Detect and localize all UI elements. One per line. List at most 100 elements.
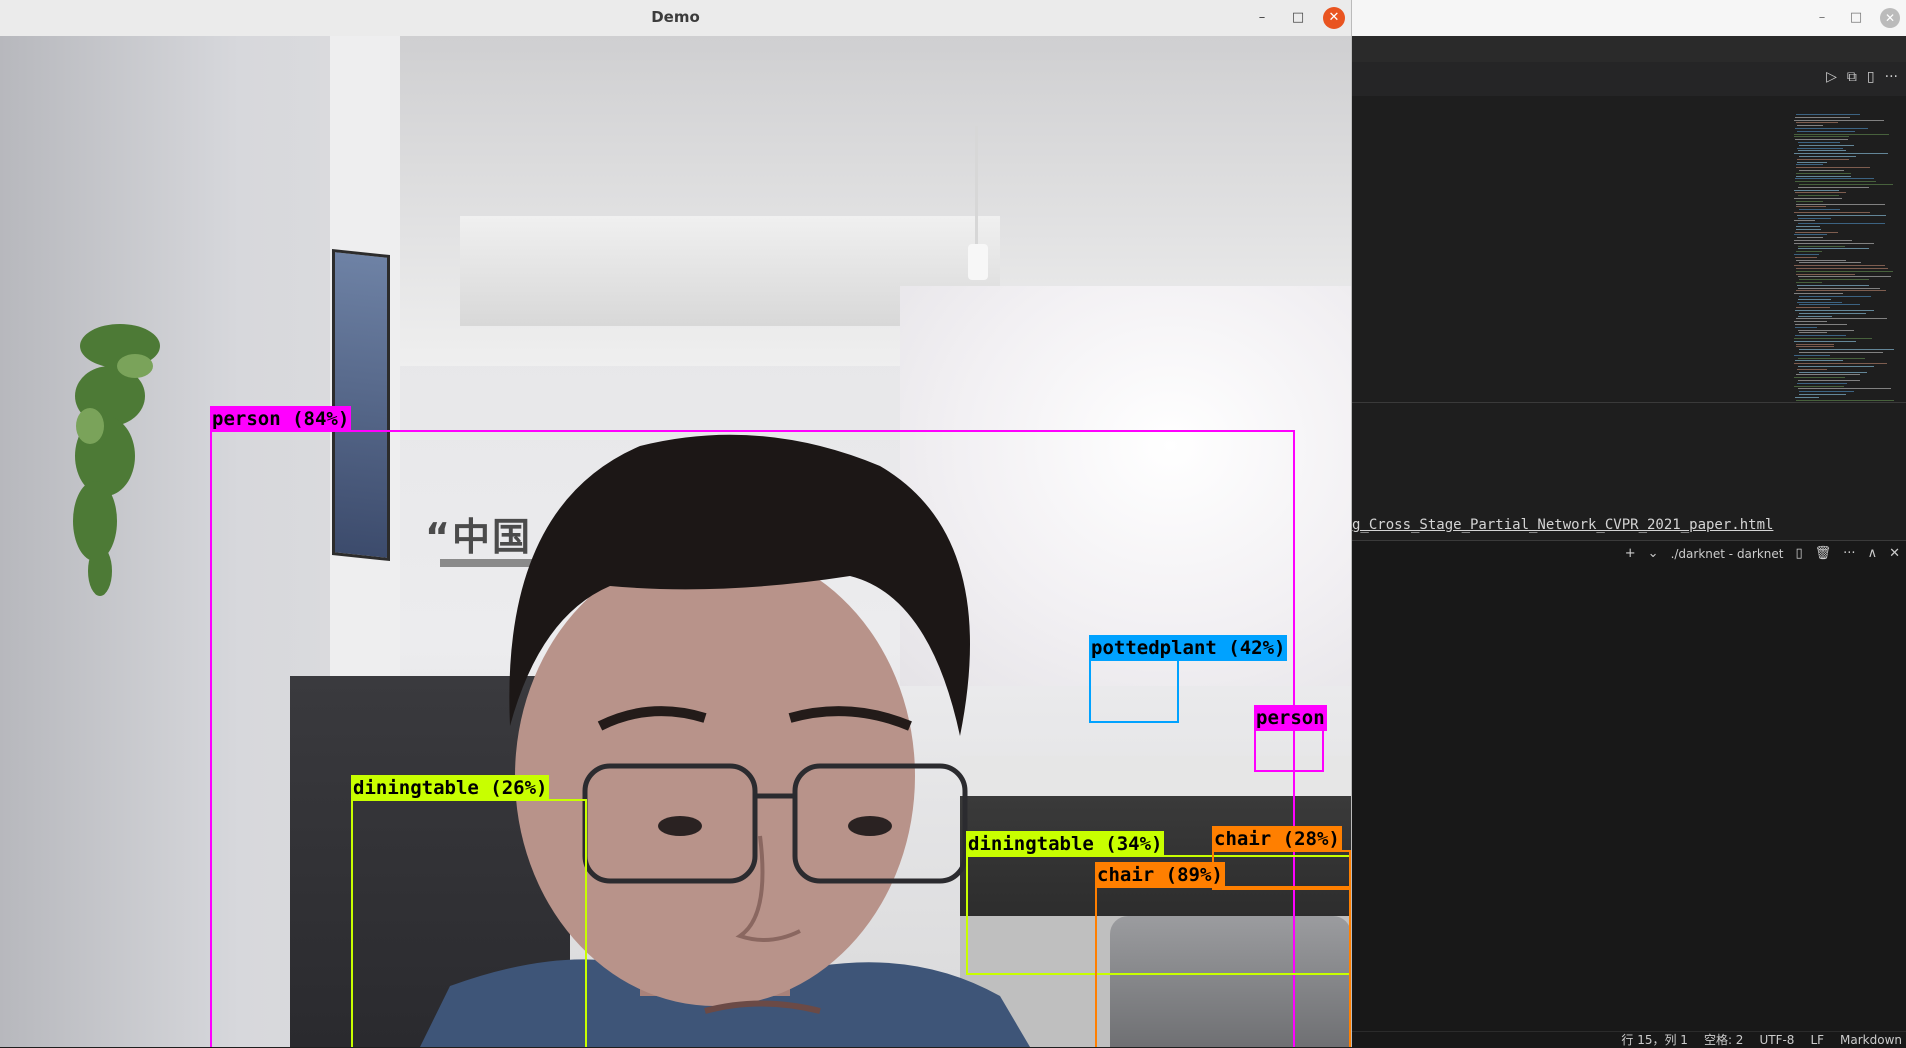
terminal-name[interactable]: ./darknet - darknet <box>1671 547 1784 561</box>
minimap-line <box>1797 125 1823 127</box>
detection-label: person <box>1254 705 1327 731</box>
more-actions-icon[interactable]: ··· <box>1843 546 1855 561</box>
detection-label: chair (89%) <box>1095 862 1225 888</box>
detection-chair-top: chair (28%) <box>1212 826 1351 890</box>
detection-label: chair (28%) <box>1212 826 1342 852</box>
add-terminal-icon[interactable]: + <box>1625 546 1636 561</box>
minimap-line <box>1798 223 1885 225</box>
minimap-line <box>1796 206 1826 208</box>
minimap-line <box>1799 349 1894 351</box>
minimap-line <box>1794 198 1842 199</box>
maximize-button[interactable]: □ <box>1287 7 1309 29</box>
detection-label: diningtable (26%) <box>351 775 550 801</box>
minimap-line <box>1795 181 1876 183</box>
minimap-line <box>1795 128 1868 129</box>
minimap-line <box>1798 329 1854 331</box>
run-icon[interactable]: ▷ <box>1826 69 1837 85</box>
minimap-line <box>1798 186 1869 188</box>
minimap-line <box>1795 335 1846 337</box>
statusbar: 行 15，列 1 空格: 2 UTF-8 LF Markdown <box>1352 1031 1906 1048</box>
detection-label: person (84%) <box>210 406 352 432</box>
status-indentation[interactable]: 空格: 2 <box>1704 1032 1744 1048</box>
minimap-line <box>1797 301 1842 303</box>
demo-window: Demo – □ ✕ “中国 person (84%) pottedplant … <box>0 0 1352 1047</box>
detection-label: pottedplant (42%) <box>1089 635 1288 661</box>
minimap-line <box>1796 273 1855 275</box>
minimap-line <box>1799 262 1861 264</box>
minimap-line <box>1799 184 1893 185</box>
minimap-line <box>1796 346 1834 348</box>
editor-actions: ▷ ⧉ ▯ ··· <box>1826 69 1898 85</box>
minimap-line <box>1794 242 1874 244</box>
more-actions-icon[interactable]: ··· <box>1885 69 1898 85</box>
minimap-line <box>1798 195 1839 197</box>
minimap-line <box>1794 212 1870 213</box>
minimap-line <box>1796 164 1823 166</box>
minimap-line <box>1794 240 1852 241</box>
minimap-line <box>1798 150 1846 152</box>
split-terminal-icon[interactable]: ▯ <box>1796 546 1803 561</box>
minimap-line <box>1798 142 1840 143</box>
minimap-line <box>1799 209 1840 211</box>
minimap-line <box>1799 156 1856 157</box>
minimap-line <box>1794 189 1839 191</box>
minimap-line <box>1794 377 1845 379</box>
status-eol[interactable]: LF <box>1810 1032 1824 1048</box>
minimap-line <box>1795 139 1848 141</box>
minimap-line <box>1794 340 1856 342</box>
minimap-line <box>1798 287 1880 289</box>
minimap-line <box>1799 332 1827 334</box>
camera-frame: “中国 person (84%) pottedplant (42%) perso… <box>0 36 1351 1047</box>
chevron-down-icon[interactable]: ⌄ <box>1648 546 1659 561</box>
minimap-line <box>1799 391 1854 393</box>
minimap-line <box>1796 200 1823 202</box>
minimap-line <box>1795 256 1817 258</box>
open-preview-icon[interactable]: ⧉ <box>1847 69 1857 85</box>
vscode-window-controls: – □ ✕ <box>1812 8 1900 28</box>
close-panel-icon[interactable]: ✕ <box>1889 546 1900 561</box>
maximize-panel-icon[interactable]: ∧ <box>1868 546 1878 561</box>
minimap-line <box>1795 324 1847 325</box>
vscode-close-button[interactable]: ✕ <box>1880 8 1900 28</box>
minimap-line <box>1795 192 1846 194</box>
minimap-line <box>1794 385 1844 387</box>
vscode-maximize-button[interactable]: □ <box>1846 8 1866 28</box>
minimap-line <box>1794 220 1815 222</box>
status-language[interactable]: Markdown <box>1840 1032 1902 1048</box>
minimap-line <box>1797 368 1827 370</box>
minimap-line <box>1799 352 1883 353</box>
minimap-line <box>1795 396 1819 398</box>
minimap-line <box>1796 167 1870 169</box>
minimap-line <box>1796 307 1830 309</box>
status-encoding[interactable]: UTF-8 <box>1759 1032 1794 1048</box>
minimap-line <box>1797 237 1823 239</box>
vscode-tab-bar: ▷ ⧉ ▯ ··· <box>1352 62 1906 97</box>
minimap-line <box>1798 366 1874 367</box>
minimap-line <box>1794 354 1830 356</box>
status-cursor-position[interactable]: 行 15，列 1 <box>1621 1032 1688 1048</box>
split-editor-icon[interactable]: ▯ <box>1867 69 1875 85</box>
minimap-line <box>1794 234 1827 236</box>
minimap-line <box>1795 326 1817 328</box>
detection-person-small: person <box>1254 705 1327 772</box>
terminal-header: + ⌄ ./darknet - darknet ▯ 🗑 ··· ∧ ✕ <box>1352 540 1906 569</box>
detection-pottedplant: pottedplant (42%) <box>1089 635 1288 723</box>
terminal-panel[interactable] <box>1352 568 1906 1031</box>
minimize-button[interactable]: – <box>1251 7 1273 29</box>
minimap-line <box>1795 360 1843 362</box>
minimap-line <box>1796 251 1822 253</box>
demo-titlebar[interactable]: Demo – □ ✕ <box>0 0 1351 37</box>
minimap-line <box>1796 175 1851 177</box>
close-button[interactable]: ✕ <box>1323 7 1345 29</box>
minimap-line <box>1799 279 1869 281</box>
minimap-line <box>1796 114 1860 115</box>
minimap-line <box>1796 259 1846 261</box>
minimap-line <box>1795 231 1838 233</box>
detection-label: diningtable (34%) <box>966 831 1165 857</box>
minimap-line <box>1794 136 1849 138</box>
vscode-minimize-button[interactable]: – <box>1812 8 1832 28</box>
minimap-line <box>1799 312 1866 314</box>
minimap-line <box>1797 214 1886 216</box>
trash-icon[interactable]: 🗑 <box>1815 546 1832 561</box>
paper-link[interactable]: g_Cross_Stage_Partial_Network_CVPR_2021_… <box>1352 517 1773 533</box>
